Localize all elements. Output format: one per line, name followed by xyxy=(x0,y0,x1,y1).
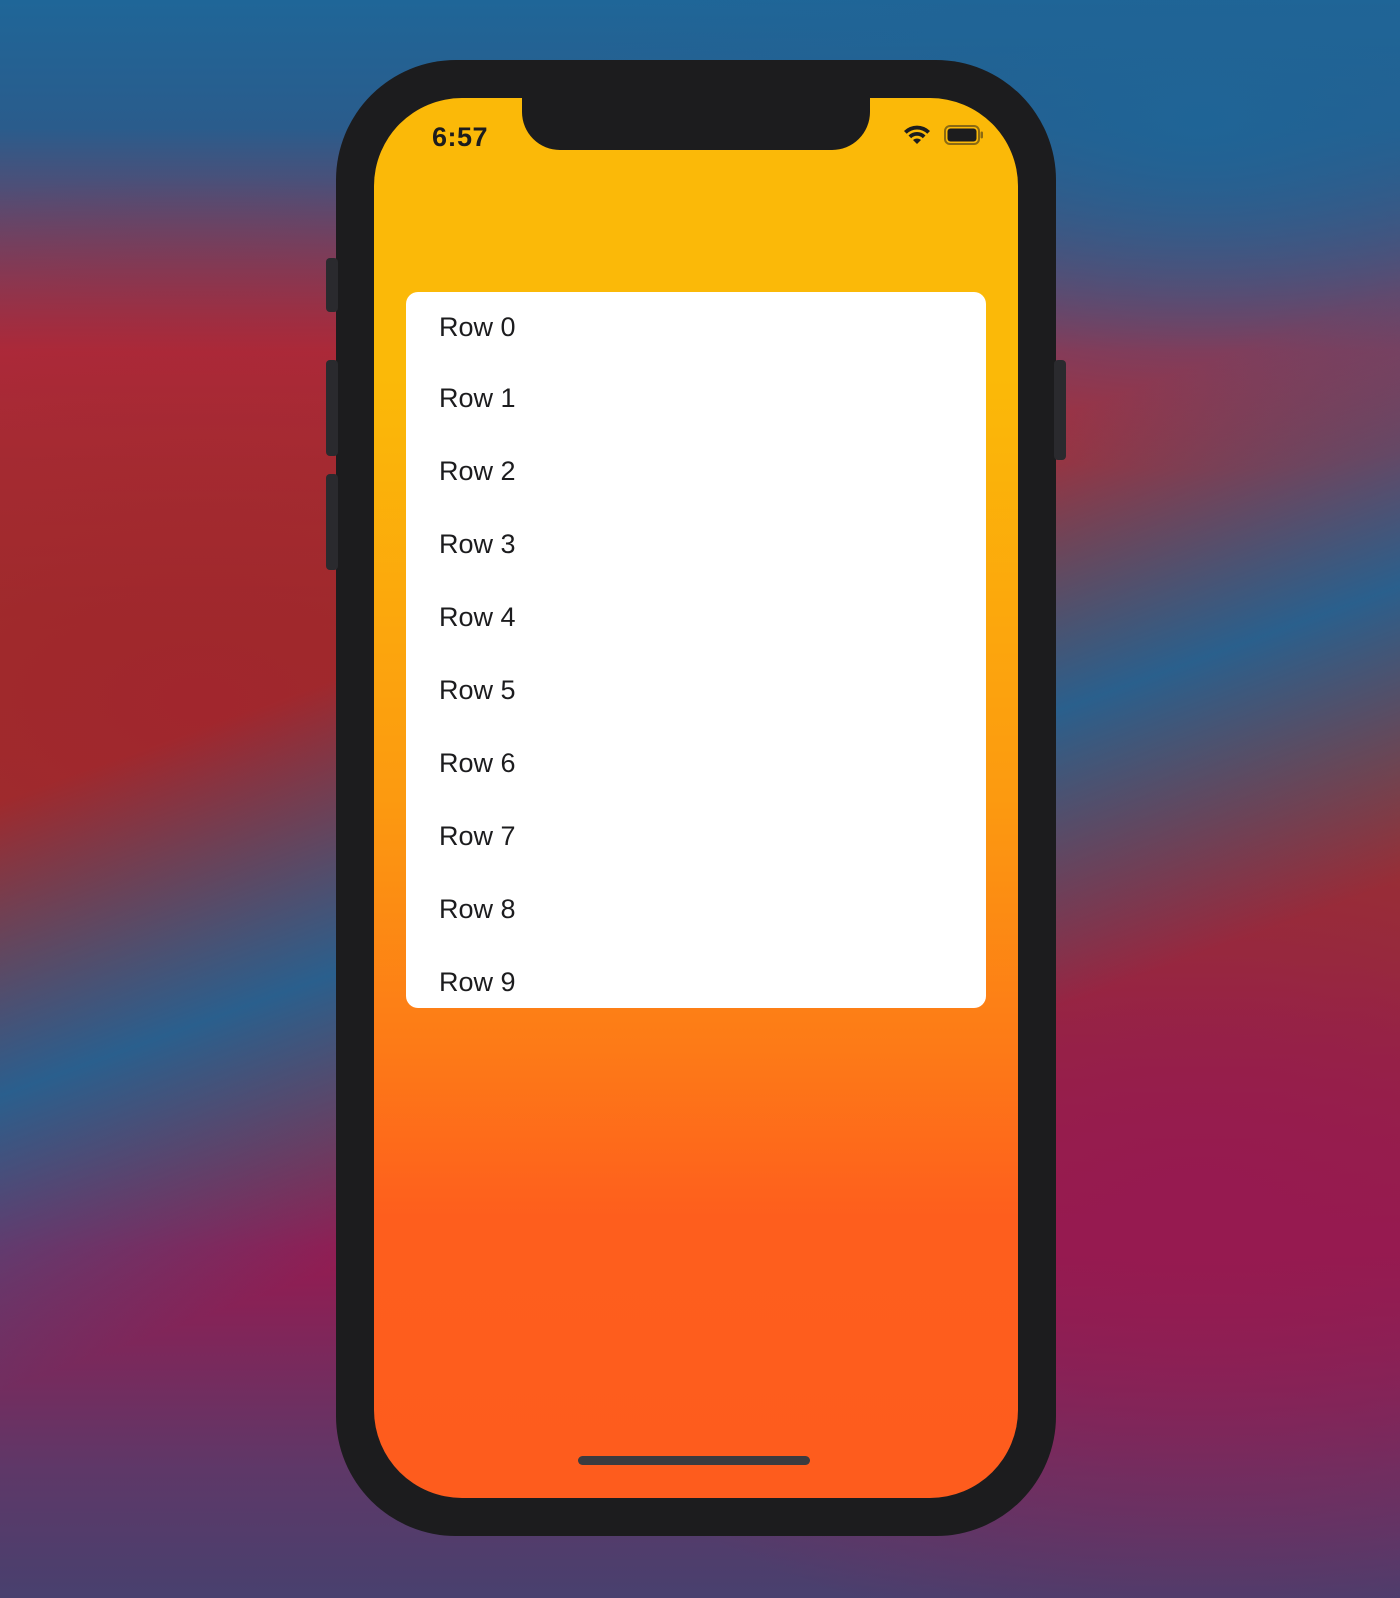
list-item-label: Row 5 xyxy=(439,675,516,705)
list-item-label: Row 3 xyxy=(439,529,516,559)
list-item-label: Row 1 xyxy=(439,383,516,413)
list-item-label: Row 7 xyxy=(439,821,516,851)
list-item[interactable]: Row 8 xyxy=(406,873,986,946)
list-item[interactable]: Row 3 xyxy=(406,508,986,581)
list-item-label: Row 6 xyxy=(439,748,516,778)
list-item[interactable]: Row 1 xyxy=(406,362,986,435)
iphone-device-frame: 6:57 Row 0 Row 1 Row 2 Row 3 Row 4 Row 5… xyxy=(326,60,1066,1536)
volume-down-button xyxy=(326,474,338,570)
battery-icon xyxy=(944,125,984,145)
list-item-label: Row 9 xyxy=(439,967,516,997)
status-bar-time: 6:57 xyxy=(432,122,489,152)
silent-switch xyxy=(326,258,338,312)
list-item[interactable]: Row 5 xyxy=(406,654,986,727)
list-item[interactable]: Row 6 xyxy=(406,727,986,800)
list-item-label: Row 8 xyxy=(439,894,516,924)
power-button xyxy=(1054,360,1066,460)
list-card: Row 0 Row 1 Row 2 Row 3 Row 4 Row 5 Row … xyxy=(406,292,986,1008)
wifi-icon xyxy=(902,124,932,146)
list-item[interactable]: Row 0 xyxy=(406,292,986,362)
volume-up-button xyxy=(326,360,338,456)
list-item[interactable]: Row 4 xyxy=(406,581,986,654)
status-bar-icons xyxy=(902,124,984,146)
list-item-label: Row 4 xyxy=(439,602,516,632)
home-indicator[interactable] xyxy=(578,1456,810,1465)
device-screen: 6:57 Row 0 Row 1 Row 2 Row 3 Row 4 Row 5… xyxy=(374,98,1018,1498)
list-item-label: Row 2 xyxy=(439,456,516,486)
list-item-label: Row 0 xyxy=(439,311,516,342)
list-item[interactable]: Row 9 xyxy=(406,946,986,1008)
list-item[interactable]: Row 7 xyxy=(406,800,986,873)
notch xyxy=(522,98,870,150)
list-item[interactable]: Row 2 xyxy=(406,435,986,508)
